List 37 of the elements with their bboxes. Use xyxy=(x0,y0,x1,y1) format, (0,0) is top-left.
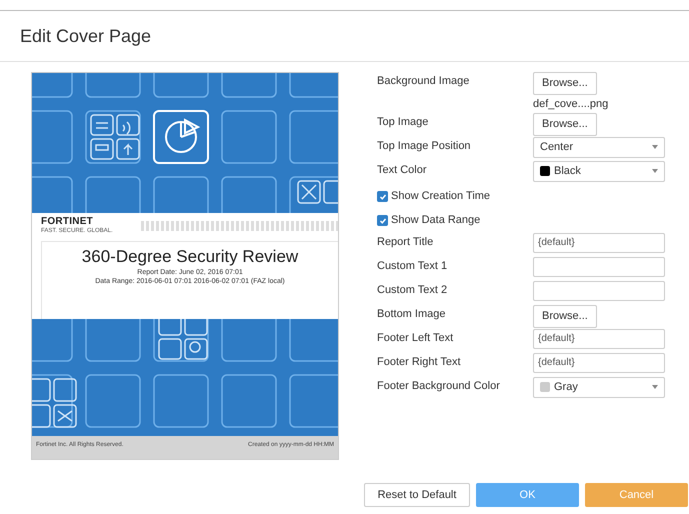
field-label: Footer Left Text xyxy=(377,330,454,346)
field-label: Bottom Image xyxy=(377,306,446,322)
field-label: Custom Text 2 xyxy=(377,282,448,298)
dropdown[interactable]: Gray xyxy=(533,376,665,398)
brand-logo: FORTINET xyxy=(41,217,94,227)
text-field[interactable]: {default} xyxy=(533,352,665,372)
text-field[interactable] xyxy=(533,256,665,276)
file-name: def_cove....png xyxy=(533,97,608,112)
text-field[interactable]: {default} xyxy=(533,328,665,348)
caret-icon xyxy=(652,385,658,389)
dropdown-value: Black xyxy=(554,164,582,179)
caret-icon xyxy=(652,145,658,149)
dropdown[interactable]: Center xyxy=(533,136,665,158)
dropdown-value: Center xyxy=(540,140,574,155)
dialog-title: Edit Cover Page xyxy=(20,24,152,48)
field-label: Footer Right Text xyxy=(377,354,462,370)
checkbox[interactable] xyxy=(377,191,388,202)
cover-title: 360-Degree Security Review xyxy=(82,246,298,268)
field-label: Background Image xyxy=(377,74,470,89)
field-label: Custom Text 1 xyxy=(377,258,448,274)
checkbox[interactable] xyxy=(377,215,388,226)
field-label: Top Image Position xyxy=(377,138,472,154)
text-field[interactable]: {default} xyxy=(533,232,665,252)
checkbox-label: Show Creation Time xyxy=(391,189,490,204)
field-label: Top Image xyxy=(377,114,430,130)
dropdown-value: Gray xyxy=(554,380,579,395)
caret-icon xyxy=(652,169,658,173)
text-field[interactable] xyxy=(533,280,665,300)
dropdown[interactable]: Black xyxy=(533,160,665,182)
reset-button[interactable]: Reset to Default xyxy=(364,483,470,507)
browse-button[interactable]: Browse... xyxy=(533,112,597,136)
checkbox-label: Show Data Range xyxy=(391,213,480,228)
field-label: Text Color xyxy=(377,162,428,178)
browse-button[interactable]: Browse... xyxy=(533,304,597,328)
field-label: Footer Background Color xyxy=(377,378,501,394)
field-label: Report Title xyxy=(377,234,434,250)
browse-button[interactable]: Browse... xyxy=(533,72,597,95)
